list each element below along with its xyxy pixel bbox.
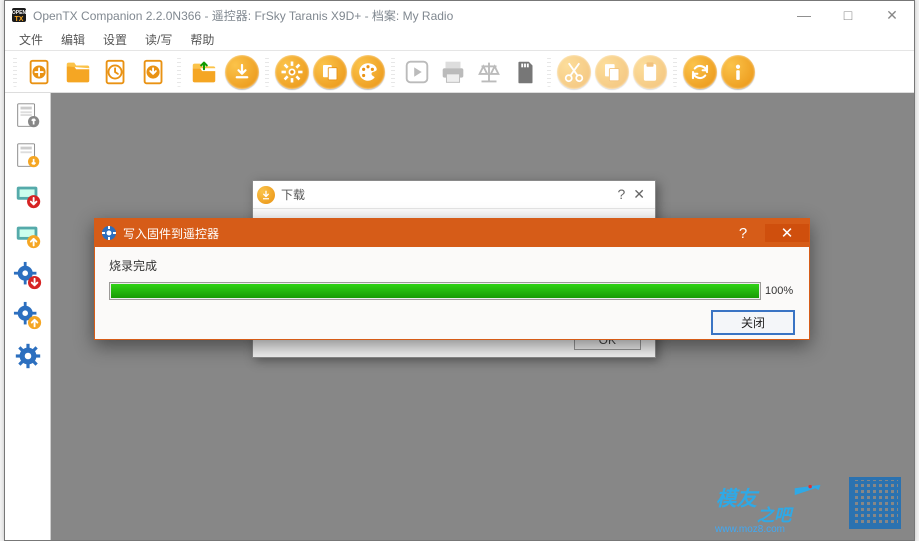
flash-dialog-title: 写入固件到遥控器 <box>123 225 219 242</box>
svg-text:TX: TX <box>15 16 24 23</box>
flash-dialog-icon <box>101 225 117 241</box>
flash-dialog-help-button[interactable]: ? <box>721 224 765 242</box>
print-button[interactable] <box>437 56 469 88</box>
download-button[interactable] <box>225 55 259 89</box>
sd-card-button[interactable] <box>509 56 541 88</box>
toolbar-separator <box>177 57 181 87</box>
palette-flash-down-icon[interactable] <box>11 179 45 213</box>
menubar: 文件 编辑 设置 读/写 帮助 <box>5 29 914 51</box>
toolbar-separator <box>673 57 677 87</box>
window-title: OpenTX Companion 2.2.0N366 - 遥控器: FrSky … <box>33 7 453 24</box>
svg-text:之吧: 之吧 <box>757 505 794 525</box>
flash-progress-bar <box>109 282 761 300</box>
toolbar <box>5 51 914 93</box>
left-palette <box>5 93 51 540</box>
save-button[interactable] <box>137 55 171 89</box>
svg-text:模友: 模友 <box>716 487 761 510</box>
titlebar[interactable]: OPENTX OpenTX Companion 2.2.0N366 - 遥控器:… <box>5 1 914 29</box>
toolbar-separator <box>391 57 395 87</box>
download-dialog-close-button[interactable]: ✕ <box>633 186 645 203</box>
palette-gear-up-icon[interactable] <box>11 299 45 333</box>
menu-file[interactable]: 文件 <box>11 29 51 50</box>
flash-dialog-close-x-button[interactable]: ✕ <box>765 224 809 242</box>
download-dialog-title: 下载 <box>281 186 617 203</box>
sync-button[interactable] <box>683 55 717 89</box>
copy-button[interactable] <box>595 55 629 89</box>
recent-button[interactable] <box>99 55 133 89</box>
menu-help[interactable]: 帮助 <box>182 29 222 50</box>
load-profile-button[interactable] <box>187 55 221 89</box>
download-dialog-titlebar[interactable]: 下载 ? ✕ <box>253 181 655 209</box>
palette-flash-device-icon[interactable] <box>11 219 45 253</box>
flash-dialog: 写入固件到遥控器 ? ✕ 烧录完成 100% 关闭 <box>94 218 810 340</box>
window-close-button[interactable]: ✕ <box>870 1 914 29</box>
palette-page-preview-alt-icon[interactable] <box>11 139 45 173</box>
about-button[interactable] <box>721 55 755 89</box>
palette-gear-down-icon[interactable] <box>11 259 45 293</box>
flash-progress-fill <box>111 284 759 298</box>
download-dialog-help-button[interactable]: ? <box>617 186 625 203</box>
toolbar-separator <box>265 57 269 87</box>
balance-button[interactable] <box>473 56 505 88</box>
flash-progress-percent: 100% <box>765 285 795 297</box>
download-icon <box>257 186 275 204</box>
watermark-logo: 模友 之吧 www.moz8.com <box>709 476 829 535</box>
menu-read-write[interactable]: 读/写 <box>137 29 180 50</box>
compare-button[interactable] <box>313 55 347 89</box>
flash-dialog-titlebar[interactable]: 写入固件到遥控器 ? ✕ <box>95 219 809 247</box>
paste-button[interactable] <box>633 55 667 89</box>
toolbar-separator <box>547 57 551 87</box>
menu-settings[interactable]: 设置 <box>95 29 135 50</box>
minimize-button[interactable]: — <box>782 1 826 29</box>
watermark-url: www.moz8.com <box>715 524 785 535</box>
toolbar-separator <box>13 57 17 87</box>
settings-gear-button[interactable] <box>275 55 309 89</box>
palette-page-preview-icon[interactable] <box>11 99 45 133</box>
playback-button[interactable] <box>401 56 433 88</box>
maximize-button[interactable]: □ <box>826 1 870 29</box>
themes-button[interactable] <box>351 55 385 89</box>
app-icon: OPENTX <box>11 7 27 23</box>
cut-button[interactable] <box>557 55 591 89</box>
open-folder-button[interactable] <box>61 55 95 89</box>
watermark-qr-code <box>849 477 901 529</box>
menu-edit[interactable]: 编辑 <box>53 29 93 50</box>
flash-dialog-close-button[interactable]: 关闭 <box>711 310 795 335</box>
palette-gear-config-icon[interactable] <box>11 339 45 373</box>
new-model-button[interactable] <box>23 55 57 89</box>
flash-status-text: 烧录完成 <box>109 257 795 274</box>
